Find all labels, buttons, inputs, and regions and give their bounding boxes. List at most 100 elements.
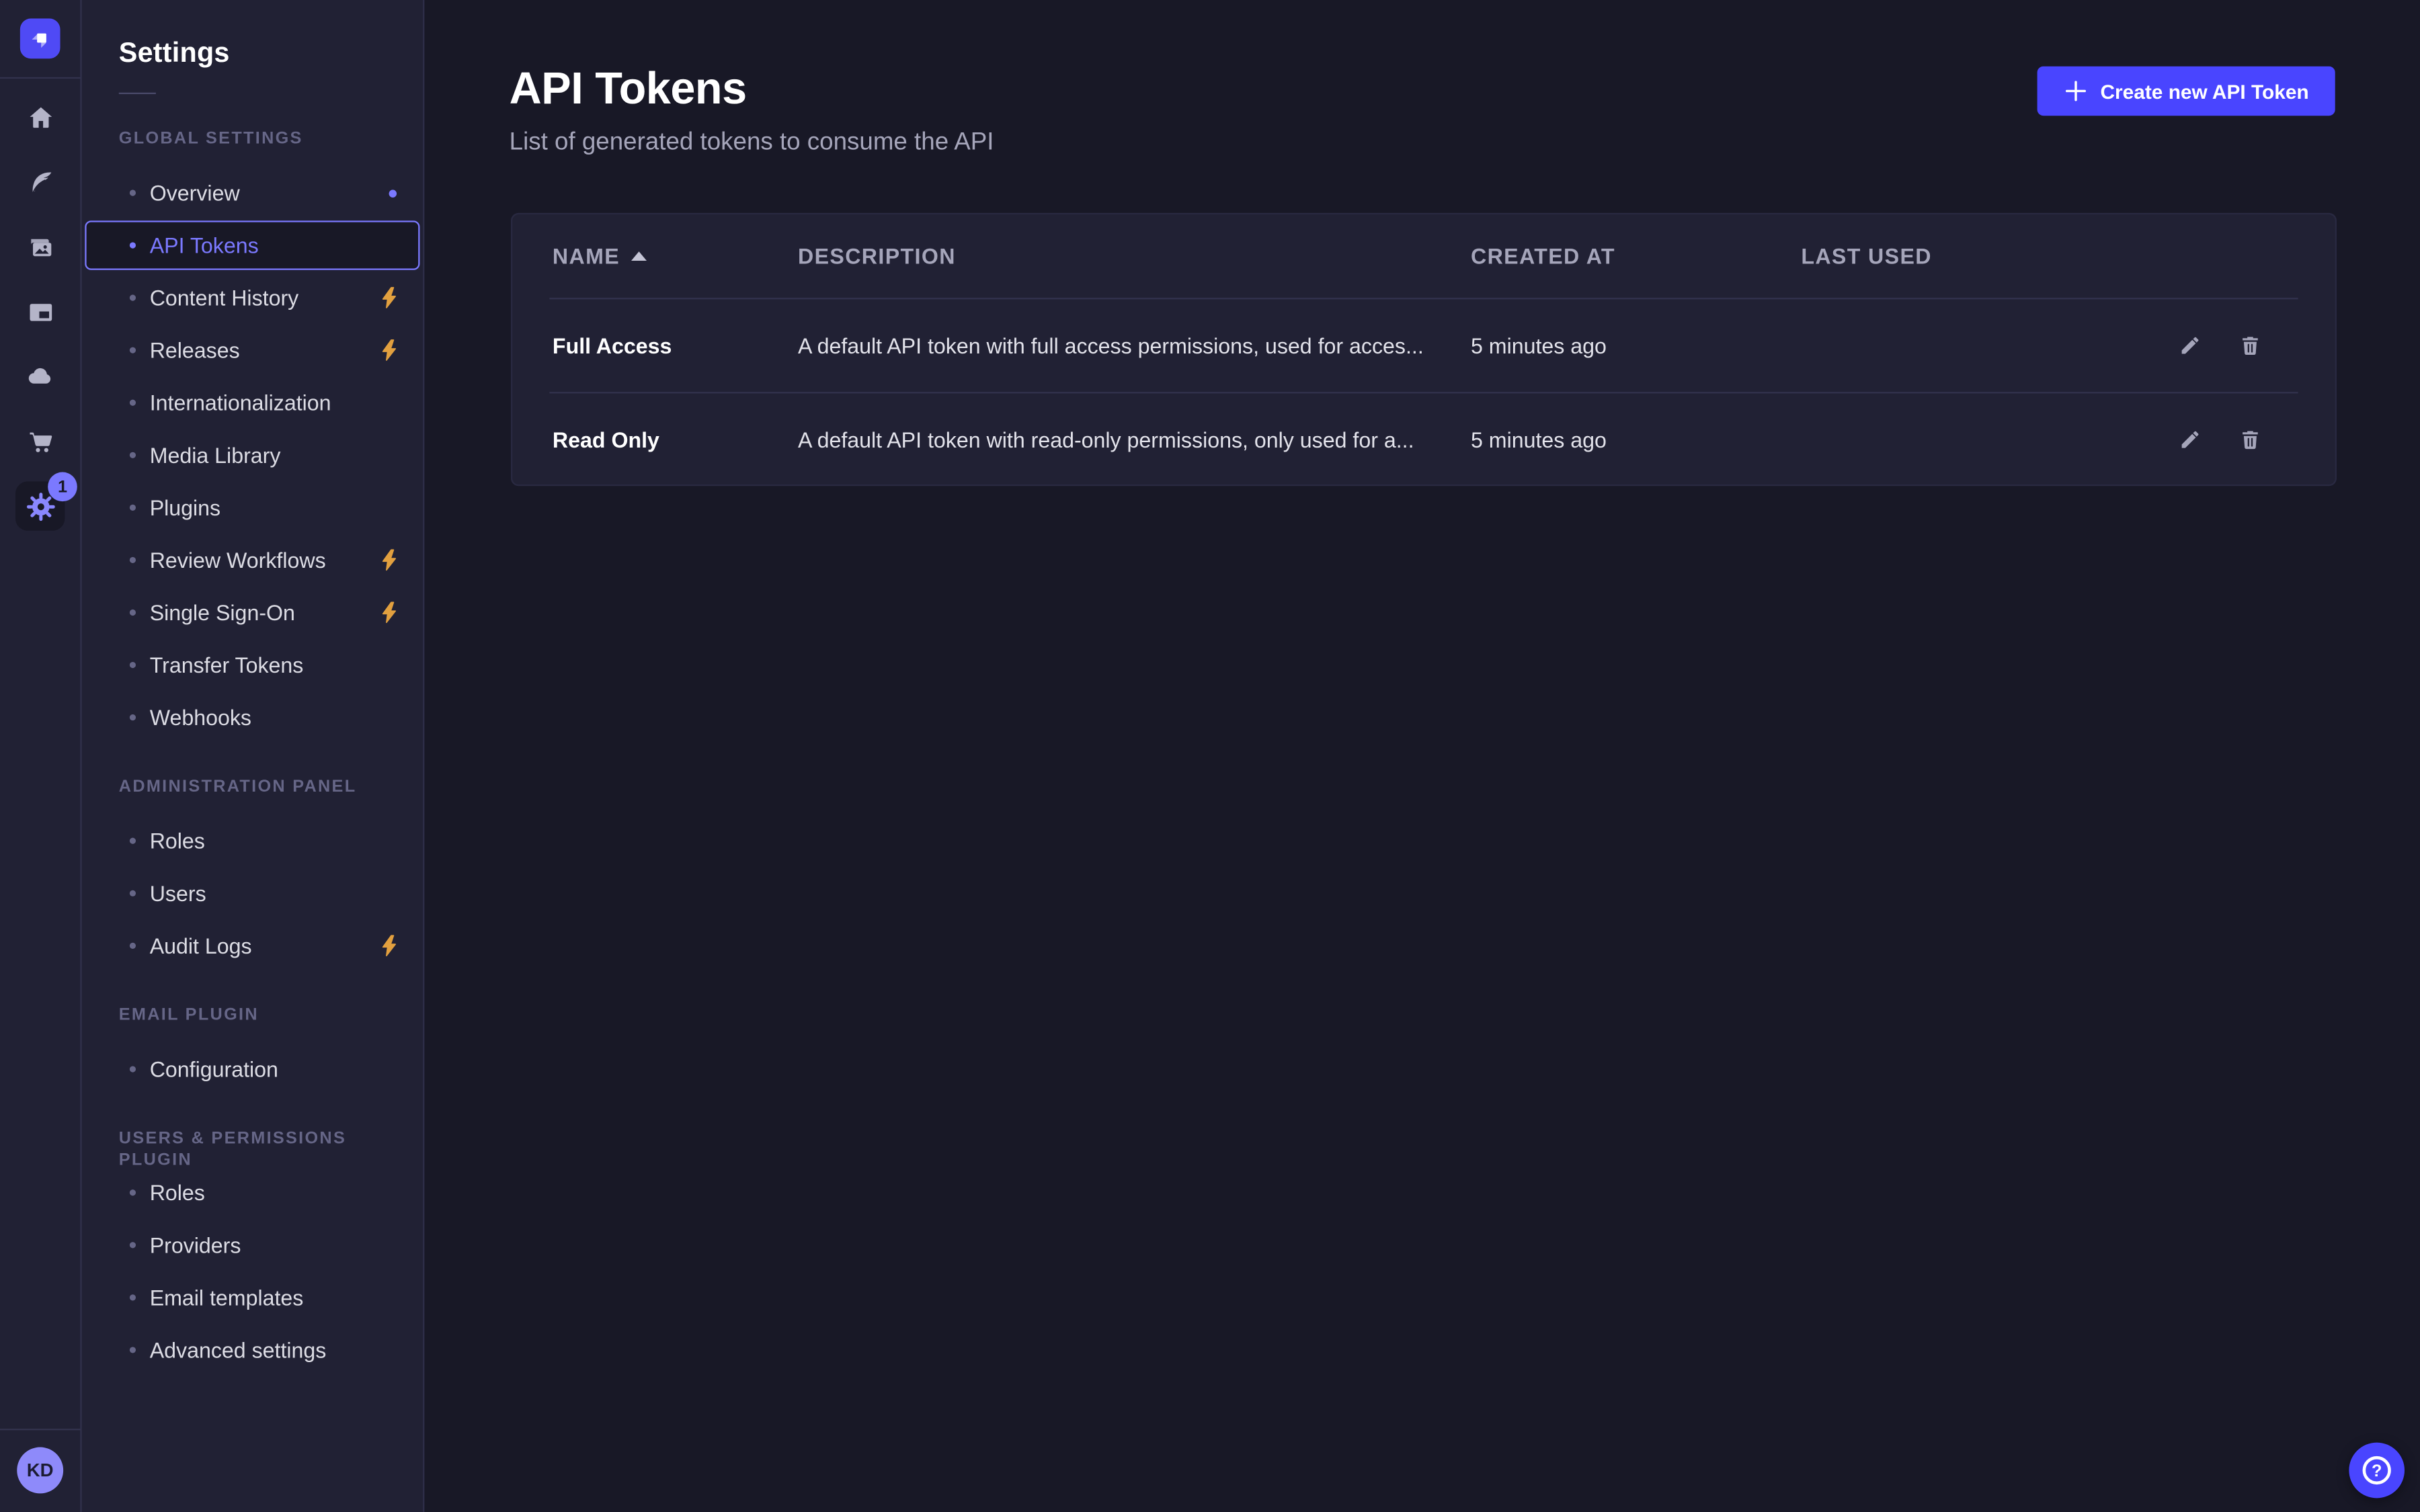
- question-mark-icon: ?: [2358, 1452, 2395, 1488]
- sidebar-item-configuration[interactable]: Configuration: [85, 1044, 419, 1093]
- sidebar-item-label: Plugins: [150, 495, 220, 520]
- media-library-icon[interactable]: [20, 226, 61, 267]
- api-tokens-table: NAME DESCRIPTION CREATED AT LAST USED Full …: [511, 213, 2337, 486]
- bullet-icon: [130, 347, 136, 353]
- sidebar-item-media-library[interactable]: Media Library: [85, 431, 419, 480]
- icon-rail: 1 KD: [0, 0, 82, 1512]
- column-header-name[interactable]: NAME: [553, 244, 646, 269]
- edit-pencil-icon: [2178, 333, 2203, 358]
- sidebar-item-label: Roles: [150, 1180, 205, 1205]
- row-actions: [2176, 331, 2264, 358]
- sidebar-item-audit-logs[interactable]: Audit Logs: [85, 921, 419, 970]
- sidebar-item-roles[interactable]: Roles: [85, 1168, 419, 1217]
- settings-gear-active[interactable]: 1: [15, 481, 65, 530]
- marketplace-cart-icon[interactable]: [20, 421, 61, 462]
- table-row-read-only[interactable]: Read Only A default API token with read-o…: [512, 392, 2335, 486]
- delete-trash-icon: [2238, 333, 2263, 358]
- cloud-icon[interactable]: [20, 356, 61, 396]
- sidebar-item-label: Email templates: [150, 1285, 304, 1310]
- bullet-icon: [130, 400, 136, 406]
- delete-token-button[interactable]: [2236, 425, 2264, 453]
- bullet-icon: [130, 190, 136, 196]
- sidebar-item-label: Overview: [150, 181, 240, 206]
- sidebar-item-label: Webhooks: [150, 705, 251, 730]
- sidebar-item-transfer-tokens[interactable]: Transfer Tokens: [85, 640, 419, 689]
- sidebar-item-label: Users: [150, 881, 206, 906]
- strapi-logo[interactable]: [20, 19, 61, 59]
- nav-section-email-plugin: EMAIL PLUGIN Configuration: [82, 1005, 423, 1094]
- nav-section-header: USERS & PERMISSIONS PLUGIN: [82, 1128, 423, 1149]
- bullet-icon: [130, 1189, 136, 1195]
- token-description: A default API token with full access per…: [798, 333, 1424, 358]
- sidebar-item-review-workflows[interactable]: Review Workflows: [85, 536, 419, 585]
- token-created-at: 5 minutes ago: [1471, 427, 1607, 452]
- sidebar-item-label: API Tokens: [150, 233, 259, 258]
- sidebar-item-label: Media Library: [150, 443, 281, 468]
- feather-icon[interactable]: [20, 162, 61, 202]
- create-api-token-button[interactable]: Create new API Token: [2037, 67, 2335, 116]
- sidebar-item-webhooks[interactable]: Webhooks: [85, 693, 419, 742]
- sidebar-item-internationalization[interactable]: Internationalization: [85, 378, 419, 427]
- divider: [0, 77, 81, 79]
- sidebar-item-single-sign-on[interactable]: Single Sign-On: [85, 588, 419, 637]
- sidebar-item-label: Single Sign-On: [150, 600, 295, 625]
- bullet-icon: [130, 505, 136, 511]
- page-subtitle: List of generated tokens to consume the …: [510, 130, 2335, 157]
- lightning-bolt-icon: [378, 338, 401, 363]
- table-row-full-access[interactable]: Full AccessA default API token with full…: [512, 298, 2335, 392]
- column-header-created-at: CREATED AT: [1471, 244, 1615, 269]
- column-header-description: DESCRIPTION: [798, 244, 956, 269]
- sidebar-item-users[interactable]: Users: [85, 869, 419, 918]
- rail-nav: [20, 97, 61, 462]
- edit-token-button[interactable]: [2176, 425, 2204, 453]
- help-button[interactable]: ?: [2349, 1443, 2405, 1499]
- sidebar-item-content-history[interactable]: Content History: [85, 273, 419, 322]
- sidebar-item-advanced-settings[interactable]: Advanced settings: [85, 1325, 419, 1374]
- plus-icon: [2063, 79, 2088, 103]
- sidebar-title: Settings: [82, 37, 423, 69]
- bullet-icon: [130, 890, 136, 896]
- sidebar-item-email-templates[interactable]: Email templates: [85, 1273, 419, 1322]
- bullet-icon: [130, 610, 136, 616]
- sidebar-item-plugins[interactable]: Plugins: [85, 483, 419, 532]
- sidebar-item-api-tokens[interactable]: API Tokens: [85, 220, 419, 269]
- sort-asc-icon: [631, 251, 646, 261]
- bullet-icon: [130, 838, 136, 844]
- column-header-last-used: LAST USED: [1801, 244, 1932, 269]
- token-description: A default API token with read-only permi…: [798, 427, 1414, 452]
- bullet-icon: [130, 295, 136, 301]
- bullet-icon: [130, 1242, 136, 1248]
- notification-badge: 1: [48, 472, 77, 502]
- nav-section-header: ADMINISTRATION PANEL: [82, 776, 423, 798]
- user-avatar[interactable]: KD: [17, 1447, 63, 1494]
- lightning-bolt-icon: [378, 600, 401, 625]
- settings-sidebar: Settings GLOBAL SETTINGSOverviewAPI Toke…: [82, 0, 425, 1512]
- bullet-icon: [130, 943, 136, 949]
- sidebar-item-overview[interactable]: Overview: [85, 168, 419, 217]
- premium-adornment: [378, 933, 401, 958]
- overview-notification: [389, 189, 401, 196]
- sidebar-item-label: Releases: [150, 338, 240, 363]
- sidebar-item-releases[interactable]: Releases: [85, 325, 419, 374]
- premium-adornment: [378, 548, 401, 573]
- bullet-icon: [130, 1294, 136, 1300]
- bullet-icon: [130, 242, 136, 248]
- delete-token-button[interactable]: [2236, 331, 2264, 358]
- sidebar-item-label: Roles: [150, 829, 205, 853]
- svg-text:?: ?: [2372, 1462, 2382, 1480]
- nav-section-header: EMAIL PLUGIN: [82, 1005, 423, 1026]
- bullet-icon: [130, 1066, 136, 1072]
- edit-token-button[interactable]: [2176, 331, 2204, 358]
- home-icon[interactable]: [20, 97, 61, 138]
- bullet-icon: [130, 452, 136, 458]
- sidebar-item-providers[interactable]: Providers: [85, 1220, 419, 1269]
- sidebar-item-roles[interactable]: Roles: [85, 816, 419, 866]
- sidebar-item-label: Review Workflows: [150, 548, 326, 573]
- token-name: Read Only: [553, 427, 659, 452]
- sidebar-item-label: Providers: [150, 1232, 241, 1257]
- content-type-layout-icon[interactable]: [20, 292, 61, 332]
- sidebar-item-label: Content History: [150, 286, 299, 310]
- bullet-icon: [130, 557, 136, 563]
- lightning-bolt-icon: [378, 286, 401, 310]
- sidebar-item-label: Internationalization: [150, 390, 331, 415]
